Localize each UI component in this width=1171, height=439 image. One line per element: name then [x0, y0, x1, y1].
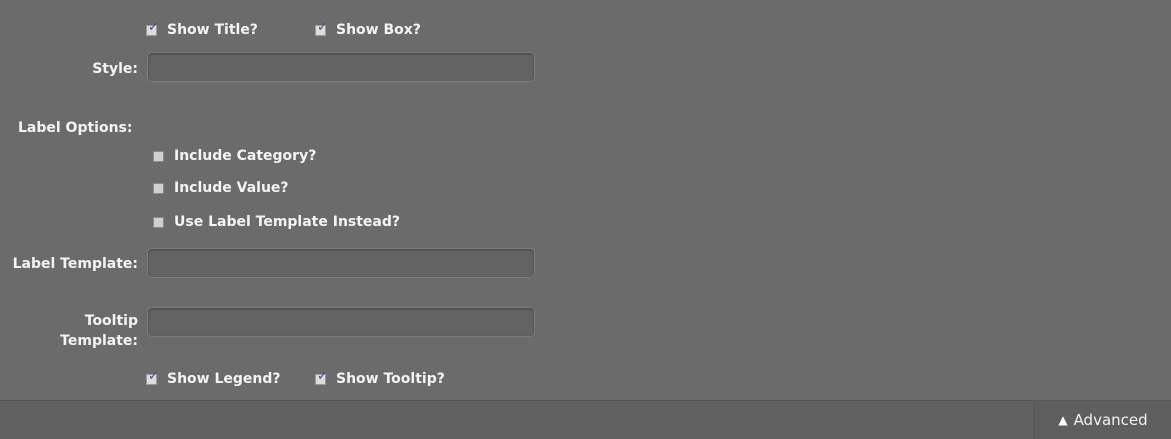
show-legend-option[interactable]: Show Legend? — [146, 369, 281, 387]
style-input[interactable] — [147, 52, 535, 82]
include-category-option[interactable]: Include Category? — [153, 148, 316, 164]
style-label: Style: — [92, 61, 138, 77]
show-tooltip-checkbox[interactable] — [315, 369, 328, 385]
include-category-checkbox[interactable] — [153, 150, 164, 162]
include-value-checkbox[interactable] — [153, 182, 164, 194]
show-box-checkbox[interactable] — [315, 20, 328, 36]
show-title-label: Show Title? — [167, 22, 258, 38]
show-box-option[interactable]: Show Box? — [315, 20, 421, 38]
tooltip-template-label: Tooltip Template: — [0, 311, 138, 351]
show-title-checkbox[interactable] — [146, 20, 159, 36]
include-value-label: Include Value? — [174, 180, 289, 196]
show-tooltip-option[interactable]: Show Tooltip? — [315, 369, 445, 387]
advanced-label: Advanced — [1073, 411, 1148, 429]
tooltip-template-label-line1: Tooltip — [84, 313, 138, 329]
label-template-label: Label Template: — [12, 256, 138, 272]
include-category-label: Include Category? — [174, 148, 317, 164]
chevron-up-icon: ▲ — [1058, 413, 1068, 427]
show-box-label: Show Box? — [336, 22, 421, 38]
show-legend-checkbox[interactable] — [146, 369, 159, 385]
panel-footer: ▲ Advanced — [0, 400, 1171, 439]
label-template-input[interactable] — [147, 248, 535, 278]
use-label-template-label: Use Label Template Instead? — [174, 214, 401, 230]
include-value-option[interactable]: Include Value? — [153, 180, 289, 196]
use-label-template-option[interactable]: Use Label Template Instead? — [153, 214, 400, 230]
use-label-template-checkbox[interactable] — [153, 216, 164, 228]
show-tooltip-label: Show Tooltip? — [336, 371, 445, 387]
advanced-button[interactable]: ▲ Advanced — [1034, 401, 1171, 439]
tooltip-template-label-line2: Template: — [60, 333, 138, 349]
show-title-option[interactable]: Show Title? — [146, 20, 258, 38]
label-options-heading: Label Options: — [18, 120, 133, 136]
tooltip-template-input[interactable] — [147, 307, 535, 337]
chart-options-panel: Show Title? Show Box? Style: Label Optio… — [0, 0, 1171, 400]
show-legend-label: Show Legend? — [167, 371, 281, 387]
